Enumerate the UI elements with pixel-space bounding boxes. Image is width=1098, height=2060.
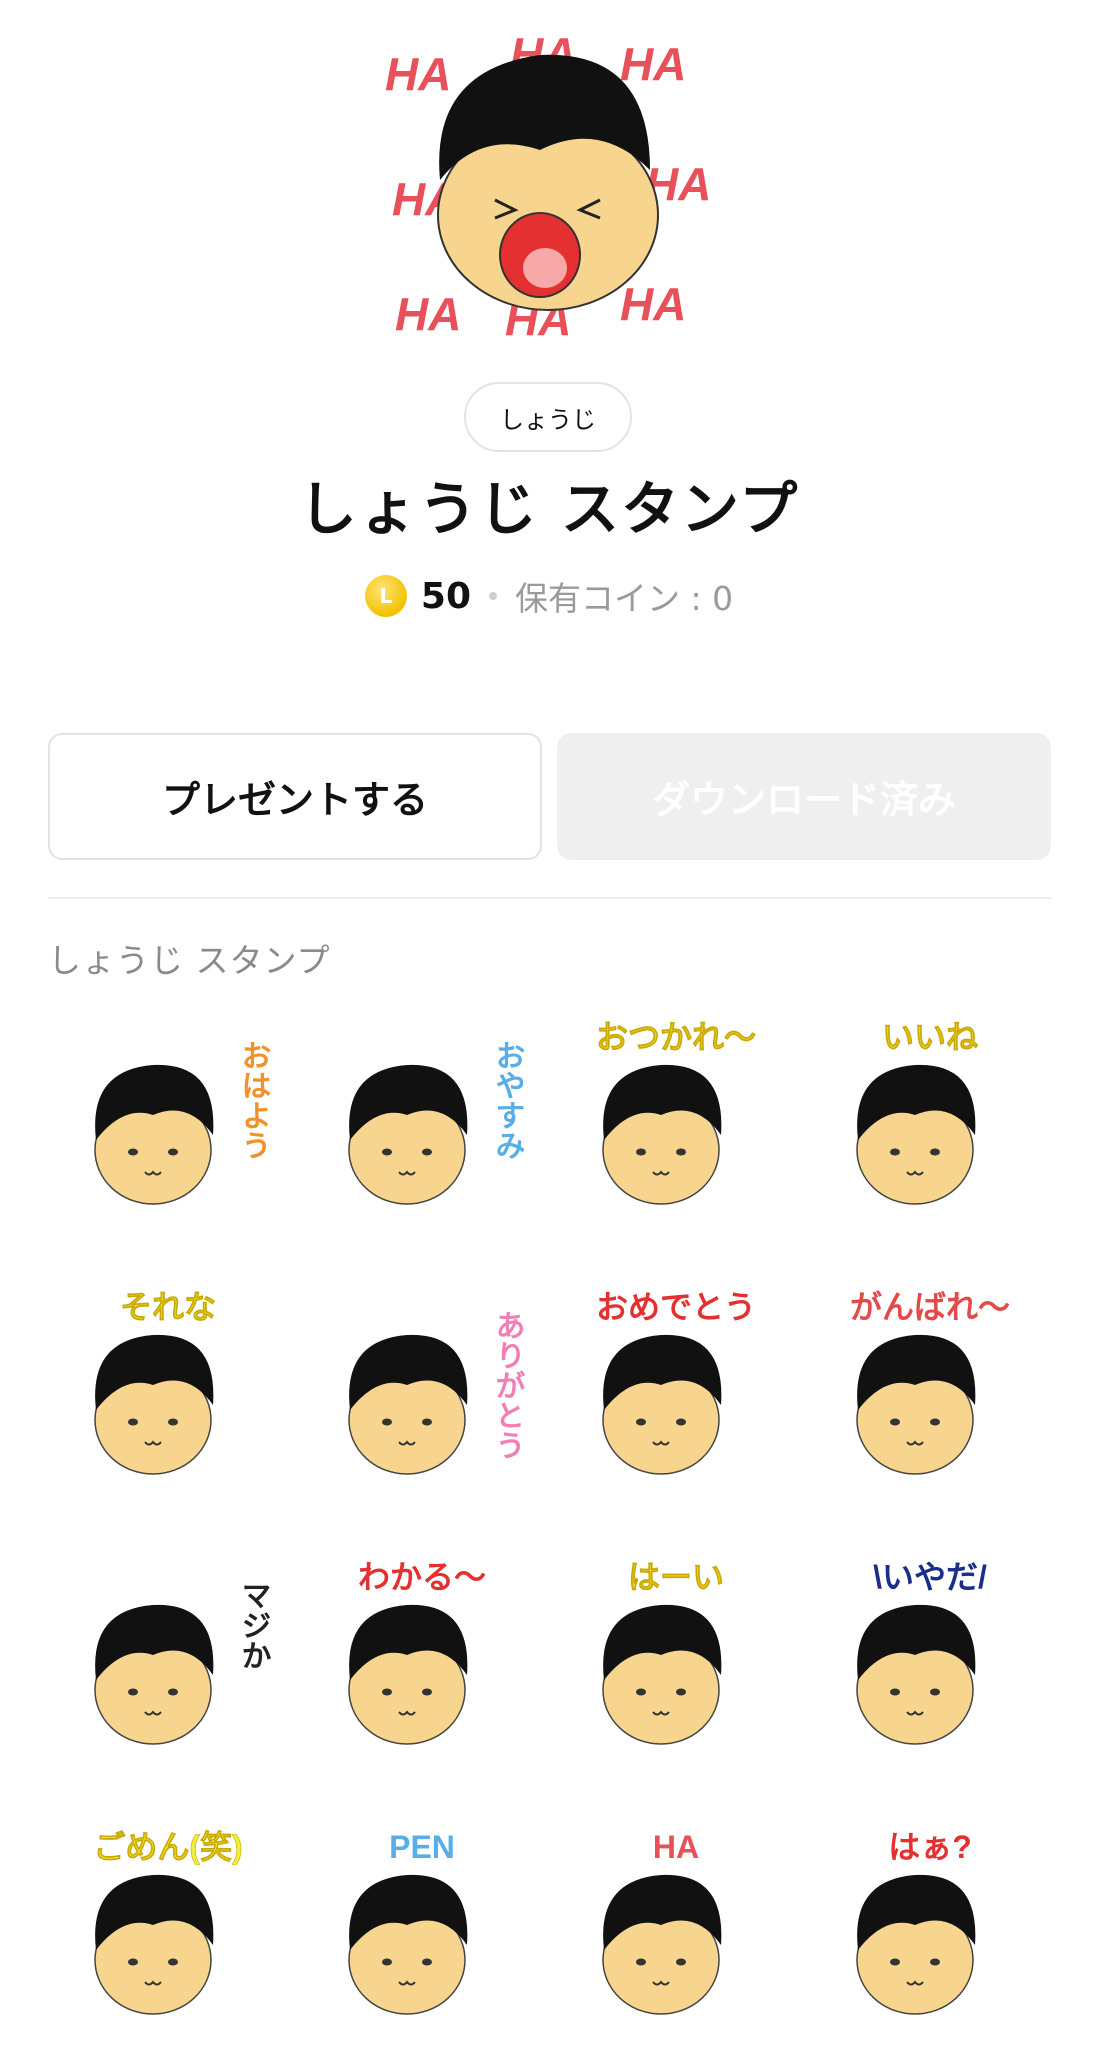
owned-coins: 保有コイン : 0 xyxy=(515,579,734,618)
sticker-caption: それな xyxy=(120,1289,216,1325)
sticker-caption: HA xyxy=(653,1829,699,1865)
separator-dot xyxy=(489,592,497,600)
sticker-eye xyxy=(636,1418,646,1426)
hero-ha-text: HA xyxy=(620,38,686,90)
sticker-illustration: おやすみ xyxy=(348,1040,525,1205)
sticker-caption: おめでとう xyxy=(596,1289,756,1325)
sticker-eye xyxy=(168,1958,178,1966)
sticker-caption: おやすみ xyxy=(491,1040,525,1160)
sticker-eye xyxy=(930,1688,940,1696)
sticker-caption: ごめん(笑) xyxy=(93,1829,242,1865)
sticker-item[interactable]: HA xyxy=(556,1810,796,2060)
sticker-illustration: はぁ? xyxy=(856,1829,976,2015)
coin-icon: L xyxy=(364,575,407,617)
sticker-illustration: わかる〜 xyxy=(348,1559,486,1745)
sticker-item[interactable]: おめでとう xyxy=(556,1270,796,1520)
sticker-eye xyxy=(636,1688,646,1696)
sticker-illustration: ごめん(笑) xyxy=(93,1829,243,2015)
sticker-illustration: おはよう xyxy=(94,1040,270,1205)
sticker-eye xyxy=(676,1418,686,1426)
gift-button[interactable]: プレゼントする xyxy=(48,733,542,860)
sticker-eye xyxy=(930,1148,940,1156)
sticker-eye xyxy=(128,1148,138,1156)
sticker-caption: はーい xyxy=(628,1559,724,1595)
sticker-item[interactable]: ごめん(笑) xyxy=(48,1810,288,2060)
sticker-caption: わかる〜 xyxy=(358,1559,486,1595)
sticker-grid: おはよう おやすみ おつかれ〜 いいねそれなありがとう おめでとう がんばれ〜マジか わかる… xyxy=(48,1000,1052,2048)
hero-ha-text: HA xyxy=(620,278,686,330)
sticker-illustration: \いやだ/ xyxy=(856,1559,987,1745)
sticker-item[interactable]: \いやだ/ xyxy=(810,1540,1050,1790)
sticker-item[interactable]: おつかれ〜 xyxy=(556,1000,796,1250)
sticker-caption: はぁ? xyxy=(888,1829,972,1865)
sticker-item[interactable]: おやすみ xyxy=(302,1000,542,1250)
sticker-illustration: HA xyxy=(602,1829,722,2015)
sticker-eye xyxy=(676,1148,686,1156)
sticker-item[interactable]: それな xyxy=(48,1270,288,1520)
sticker-illustration: いいね xyxy=(856,1019,978,1205)
sticker-hero: HA HA HA HA HA HA HA HA xyxy=(0,0,1098,360)
sticker-eye xyxy=(930,1958,940,1966)
sticker-eye xyxy=(890,1418,900,1426)
sticker-illustration: それな xyxy=(94,1289,216,1475)
sticker-caption: マジか xyxy=(237,1580,270,1670)
sticker-caption: ありがとう xyxy=(491,1310,525,1460)
sticker-eye xyxy=(422,1148,432,1156)
sticker-eye xyxy=(890,1148,900,1156)
sticker-item[interactable]: PEN xyxy=(302,1810,542,2060)
creator-name: しょうじ xyxy=(500,405,596,434)
sticker-caption: がんばれ〜 xyxy=(850,1289,1010,1325)
sticker-eye xyxy=(676,1688,686,1696)
page-title: しょうじ スタンプ xyxy=(298,475,800,543)
sticker-illustration: がんばれ〜 xyxy=(850,1289,1010,1475)
sticker-illustration: おめでとう xyxy=(596,1289,756,1475)
sticker-eye xyxy=(890,1688,900,1696)
sticker-item[interactable]: マジか xyxy=(48,1540,288,1790)
sticker-eye xyxy=(890,1958,900,1966)
sticker-caption: \いやだ/ xyxy=(873,1559,987,1595)
sticker-illustration: ありがとう xyxy=(348,1310,525,1475)
sticker-illustration: おつかれ〜 xyxy=(596,1019,756,1205)
sticker-eye xyxy=(382,1688,392,1696)
sticker-item[interactable]: わかる〜 xyxy=(302,1540,542,1790)
section-label: しょうじ スタンプ xyxy=(48,941,331,980)
sticker-caption: おはよう xyxy=(237,1040,270,1160)
downloaded-button: ダウンロード済み xyxy=(557,733,1051,860)
price-value: 50 xyxy=(420,575,471,617)
sticker-item[interactable]: おはよう xyxy=(48,1000,288,1250)
sticker-eye xyxy=(168,1688,178,1696)
sticker-item[interactable]: はーい xyxy=(556,1540,796,1790)
price-row: L 50 保有コイン : 0 xyxy=(0,572,1098,620)
sticker-illustration: マジか xyxy=(94,1580,270,1745)
sticker-item[interactable]: いいね xyxy=(810,1000,1050,1250)
sticker-eye xyxy=(422,1418,432,1426)
sticker-eye xyxy=(636,1148,646,1156)
divider xyxy=(48,897,1052,899)
sticker-caption: おつかれ〜 xyxy=(596,1019,756,1055)
sticker-eye xyxy=(382,1418,392,1426)
sticker-eye xyxy=(382,1958,392,1966)
sticker-illustration: はーい xyxy=(602,1559,724,1745)
hero-ha-text: HA xyxy=(385,48,451,100)
sticker-item[interactable]: はぁ? xyxy=(810,1810,1050,2060)
sticker-eye xyxy=(168,1418,178,1426)
sticker-eye xyxy=(422,1958,432,1966)
sticker-caption: いいね xyxy=(882,1019,978,1055)
sticker-eye xyxy=(128,1688,138,1696)
hero-ha-text: HA xyxy=(395,288,461,340)
sticker-eye xyxy=(128,1418,138,1426)
sticker-item[interactable]: がんばれ〜 xyxy=(810,1270,1050,1520)
sticker-eye xyxy=(422,1688,432,1696)
sticker-item[interactable]: ありがとう xyxy=(302,1270,542,1520)
creator-chip[interactable]: しょうじ xyxy=(464,382,632,452)
sticker-eye xyxy=(382,1148,392,1156)
sticker-eye xyxy=(168,1148,178,1156)
sticker-eye xyxy=(676,1958,686,1966)
sticker-illustration: PEN xyxy=(348,1829,468,2015)
sticker-eye xyxy=(128,1958,138,1966)
sticker-caption: PEN xyxy=(389,1829,455,1865)
hero-sticker-illustration: HA HA HA HA HA HA HA HA xyxy=(385,28,711,345)
sticker-eye xyxy=(930,1418,940,1426)
sticker-eye xyxy=(636,1958,646,1966)
